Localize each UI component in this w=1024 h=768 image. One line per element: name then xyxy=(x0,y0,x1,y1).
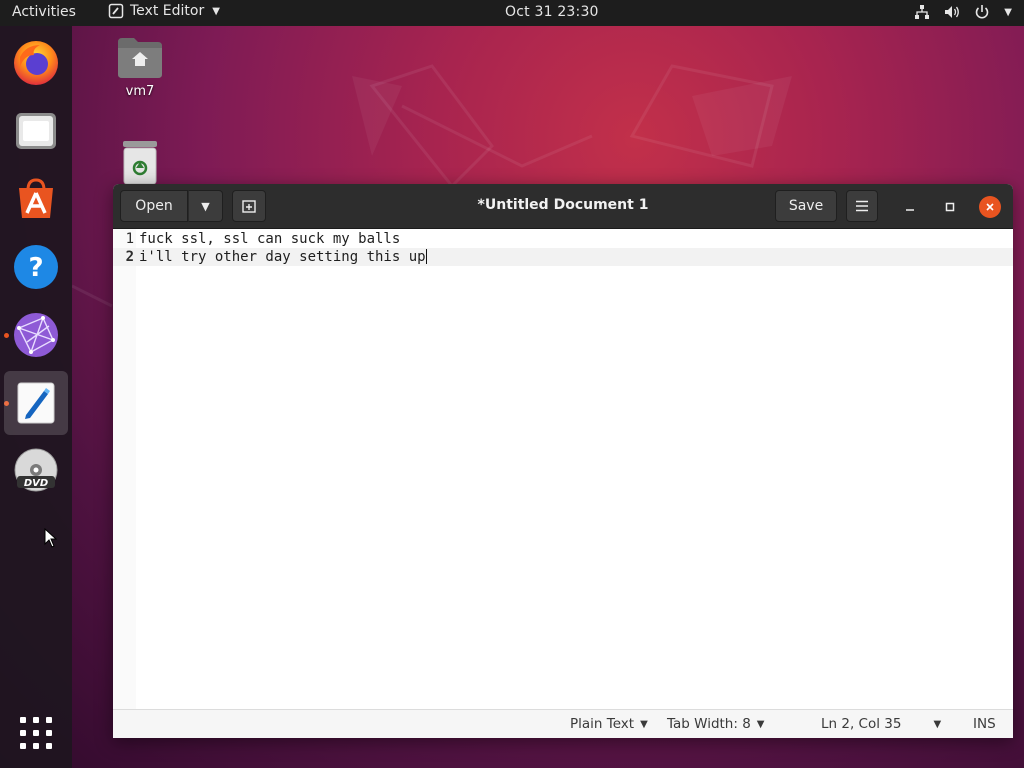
line-number-gutter xyxy=(113,229,136,709)
maximize-button[interactable] xyxy=(939,196,961,218)
text-editor-window: Open ▼ *Untitled Document 1 Save 1 fuck … xyxy=(113,184,1013,738)
new-tab-icon xyxy=(242,200,256,213)
software-icon xyxy=(19,178,53,218)
svg-text:?: ? xyxy=(28,253,43,283)
line-number: 2 xyxy=(125,249,134,265)
editor-line[interactable]: 1 fuck ssl, ssl can suck my balls xyxy=(113,230,1013,248)
window-title: *Untitled Document 1 xyxy=(477,197,649,213)
files-icon xyxy=(16,113,56,149)
home-folder-label: vm7 xyxy=(125,84,155,99)
dock-help[interactable]: ? xyxy=(4,235,68,299)
line-text-content: i'll try other day setting this up xyxy=(139,249,426,265)
network-app-icon xyxy=(14,313,58,357)
network-icon xyxy=(914,4,930,20)
chevron-down-icon: ▼ xyxy=(212,5,220,17)
line-number: 1 xyxy=(125,231,134,247)
close-button[interactable] xyxy=(979,196,1001,218)
open-button[interactable]: Open xyxy=(120,190,188,222)
dock-network-app[interactable] xyxy=(4,303,68,367)
dock-text-editor[interactable] xyxy=(4,371,68,435)
minimize-button[interactable] xyxy=(899,196,921,218)
system-tray[interactable]: ▼ xyxy=(914,4,1012,20)
home-folder-icon xyxy=(118,38,162,78)
help-icon: ? xyxy=(14,245,58,289)
app-menu[interactable]: Text Editor ▼ xyxy=(108,3,220,19)
close-icon xyxy=(986,203,994,211)
firefox-icon xyxy=(14,41,58,85)
text-editor-icon xyxy=(17,382,55,424)
top-bar: Activities Text Editor ▼ Oct 31 23:30 ▼ xyxy=(0,0,1024,26)
power-icon xyxy=(974,4,990,20)
language-selector[interactable]: Plain Text ▼ xyxy=(570,716,648,732)
desktop-home-folder[interactable]: vm7 xyxy=(112,36,168,99)
main-menu-button[interactable] xyxy=(846,190,878,222)
text-cursor xyxy=(425,249,427,264)
dock-software[interactable] xyxy=(4,167,68,231)
chevron-down-icon: ▼ xyxy=(933,718,942,730)
tab-width-label: Tab Width: 8 xyxy=(667,716,751,732)
clock[interactable]: Oct 31 23:30 xyxy=(505,4,599,20)
maximize-icon xyxy=(945,202,955,212)
new-tab-button[interactable] xyxy=(232,190,266,222)
line-text: fuck ssl, ssl can suck my balls xyxy=(139,231,401,247)
chevron-down-icon: ▼ xyxy=(1004,6,1012,18)
text-editor-small-icon xyxy=(108,3,124,19)
status-bar: Plain Text ▼ Tab Width: 8 ▼ Ln 2, Col 35… xyxy=(113,709,1013,738)
header-bar: Open ▼ *Untitled Document 1 Save xyxy=(113,184,1013,229)
dock-files[interactable] xyxy=(4,99,68,163)
activities-button[interactable]: Activities xyxy=(12,4,76,20)
chevron-down-icon: ▼ xyxy=(201,199,210,213)
dvd-icon: DVD xyxy=(14,448,58,492)
text-area[interactable]: 1 fuck ssl, ssl can suck my balls 2 i'll… xyxy=(113,229,1013,709)
line-text: i'll try other day setting this up xyxy=(139,248,427,266)
cursor-position-label: Ln 2, Col 35 xyxy=(821,716,902,732)
dock-dvd[interactable]: DVD xyxy=(4,439,68,503)
language-label: Plain Text xyxy=(570,716,635,732)
chevron-down-icon: ▼ xyxy=(756,718,765,730)
insert-mode-indicator: INS xyxy=(973,716,996,732)
dock-firefox[interactable] xyxy=(4,31,68,95)
save-button[interactable]: Save xyxy=(775,190,837,222)
volume-icon xyxy=(944,4,960,20)
open-menu-button[interactable]: ▼ xyxy=(188,190,223,222)
dock: ? DVD xyxy=(0,26,72,768)
minimize-icon xyxy=(906,209,914,211)
cursor-position-selector[interactable]: Ln 2, Col 35 ▼ xyxy=(821,716,941,732)
insert-mode-label: INS xyxy=(973,716,996,732)
tab-width-selector[interactable]: Tab Width: 8 ▼ xyxy=(667,716,765,732)
mouse-pointer-icon xyxy=(44,528,58,548)
svg-text:DVD: DVD xyxy=(24,478,48,489)
app-menu-label: Text Editor xyxy=(130,3,205,19)
chevron-down-icon: ▼ xyxy=(640,718,648,730)
show-apps-icon[interactable] xyxy=(20,717,52,749)
editor-line-current[interactable]: 2 i'll try other day setting this up xyxy=(113,248,1013,266)
trash-icon xyxy=(123,141,157,184)
desktop-trash[interactable] xyxy=(118,140,162,184)
hamburger-menu-icon xyxy=(856,200,868,212)
